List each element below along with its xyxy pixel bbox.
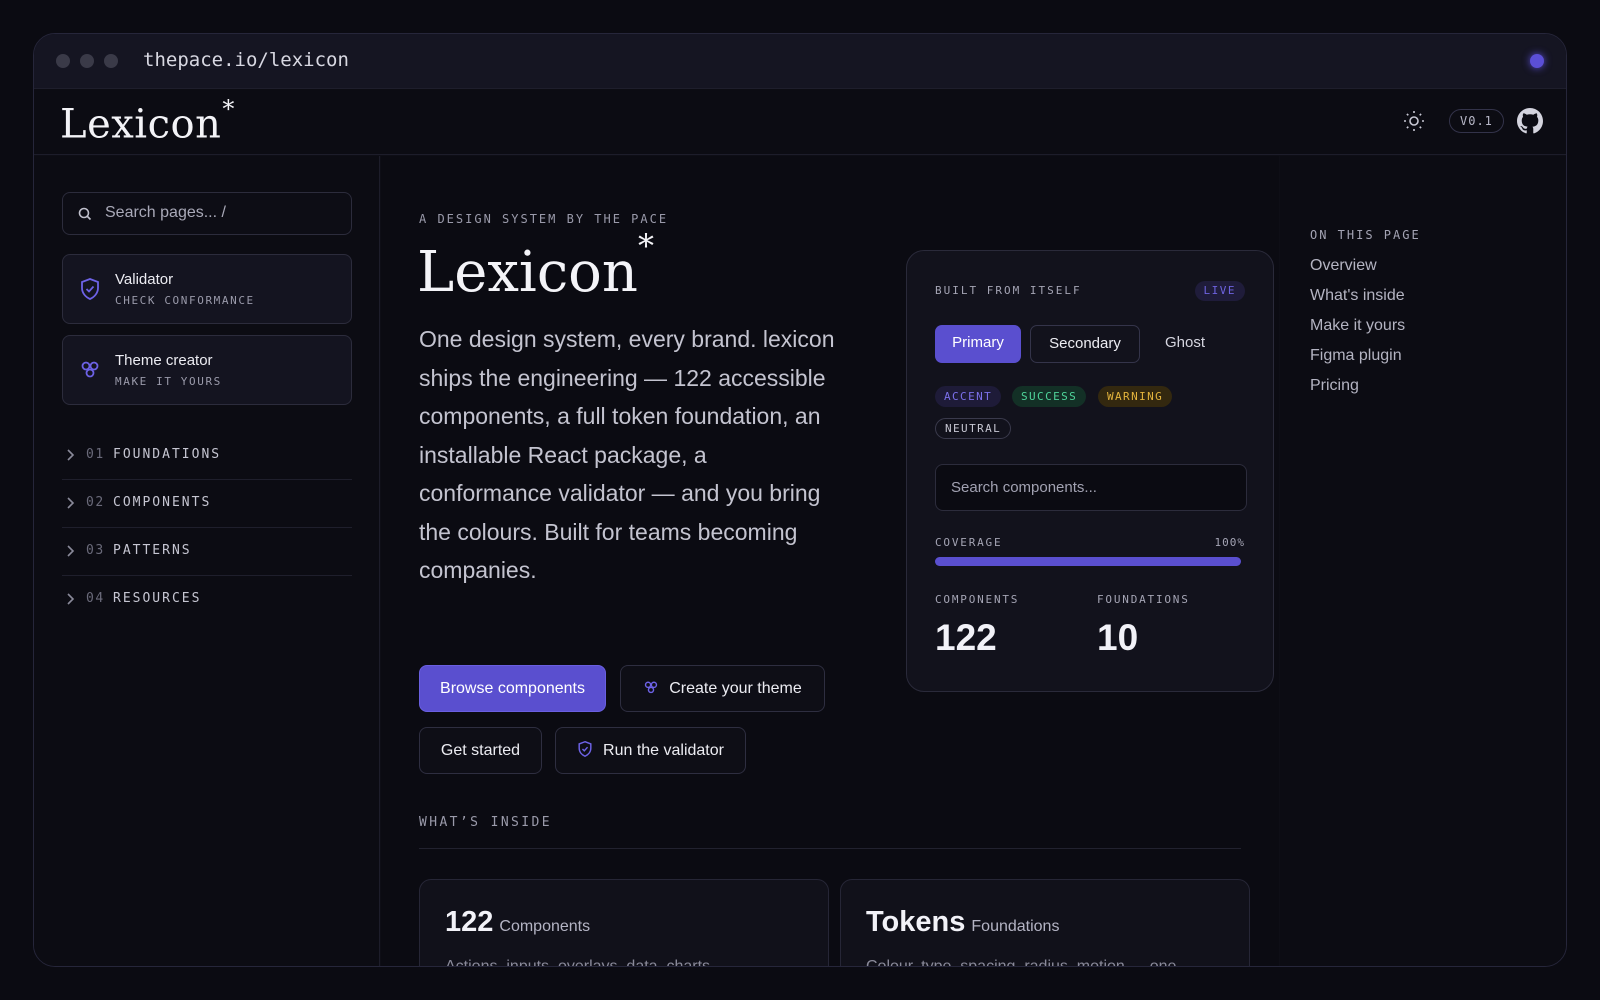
validator-subtitle: CHECK CONFORMANCE bbox=[115, 294, 255, 307]
window-minimize-dot[interactable] bbox=[80, 54, 94, 68]
nav-section-number: 02 bbox=[86, 495, 105, 510]
toc-item-pricing[interactable]: Pricing bbox=[1310, 377, 1359, 395]
sidebar: Search pages... / Validator CHECK CONFOR… bbox=[34, 156, 380, 966]
palette-icon bbox=[645, 681, 658, 694]
site-logo[interactable]: Lexicon* bbox=[60, 95, 235, 148]
nav-section-number: 03 bbox=[86, 543, 105, 558]
live-preview-card: BUILT FROM ITSELF LIVE Primary Secondary… bbox=[906, 250, 1274, 692]
browse-components-button[interactable]: Browse components bbox=[419, 665, 606, 712]
neutral-chip: NEUTRAL bbox=[935, 418, 1012, 439]
main-content: A DESIGN SYSTEM BY THE PACE Lexicon* One… bbox=[381, 156, 1279, 967]
foundations-stat-value: 10 bbox=[1097, 617, 1139, 658]
chevron-right-icon bbox=[67, 497, 75, 509]
section-divider bbox=[419, 848, 1241, 849]
nav-section-foundations[interactable]: 01 FOUNDATIONS bbox=[62, 432, 352, 480]
whats-inside-heading: WHAT’S INSIDE bbox=[419, 815, 552, 830]
nav-section-number: 01 bbox=[86, 447, 105, 462]
theme-creator-subtitle: MAKE IT YOURS bbox=[115, 375, 222, 388]
window-maximize-dot[interactable] bbox=[104, 54, 118, 68]
toc-item-whats-inside[interactable]: What's inside bbox=[1310, 287, 1405, 305]
component-search-placeholder: Search components... bbox=[951, 479, 1097, 496]
shield-check-icon bbox=[81, 278, 99, 300]
component-search-input[interactable]: Search components... bbox=[935, 464, 1247, 511]
hero-title: Lexicon* bbox=[417, 227, 654, 305]
nav-section-label: COMPONENTS bbox=[113, 495, 212, 510]
create-theme-button[interactable]: Create your theme bbox=[620, 665, 825, 712]
preview-label: BUILT FROM ITSELF bbox=[935, 284, 1082, 297]
hero-eyebrow: A DESIGN SYSTEM BY THE PACE bbox=[419, 212, 669, 226]
toc-item-overview[interactable]: Overview bbox=[1310, 257, 1377, 275]
components-stat-value: 122 bbox=[935, 617, 997, 658]
sun-icon[interactable] bbox=[1402, 109, 1426, 133]
address-bar[interactable]: thepace.io/lexicon bbox=[143, 49, 349, 71]
toc-heading: ON THIS PAGE bbox=[1310, 228, 1421, 242]
run-validator-button[interactable]: Run the validator bbox=[555, 727, 746, 774]
success-chip: SUCCESS bbox=[1012, 386, 1087, 407]
table-of-contents: ON THIS PAGE Overview What's inside Make… bbox=[1280, 156, 1566, 966]
feature-card-description: Actions, inputs, overlays, data, charts … bbox=[445, 958, 731, 967]
foundations-stat-label: FOUNDATIONS bbox=[1097, 593, 1190, 606]
search-icon bbox=[78, 207, 92, 221]
live-badge: LIVE bbox=[1194, 281, 1245, 301]
github-icon[interactable] bbox=[1517, 108, 1543, 134]
validator-link[interactable]: Validator CHECK CONFORMANCE bbox=[62, 254, 352, 324]
feature-card-subtitle: Components bbox=[499, 918, 591, 935]
coverage-progress-bar bbox=[935, 557, 1241, 566]
window-close-dot[interactable] bbox=[56, 54, 70, 68]
coverage-label: COVERAGE bbox=[935, 536, 1003, 549]
theme-creator-title: Theme creator bbox=[115, 352, 213, 369]
sidebar-search-placeholder: Search pages... / bbox=[105, 204, 226, 221]
nav-section-components[interactable]: 02 COMPONENTS bbox=[62, 480, 352, 528]
feature-card-subtitle: Foundations bbox=[971, 918, 1060, 935]
logo-text: Lexicon bbox=[60, 101, 222, 148]
feature-card-description: Colour, type, spacing, radius, motion — … bbox=[866, 958, 1177, 967]
shield-check-icon bbox=[578, 741, 592, 758]
get-started-button[interactable]: Get started bbox=[419, 727, 542, 774]
coverage-value: 100% bbox=[1214, 536, 1245, 549]
theme-creator-link[interactable]: Theme creator MAKE IT YOURS bbox=[62, 335, 352, 405]
logo-asterisk: * bbox=[222, 95, 235, 123]
feature-card-title: 122 Components bbox=[445, 906, 590, 939]
secondary-button[interactable]: Secondary bbox=[1030, 325, 1140, 363]
sidebar-search-input[interactable]: Search pages... / bbox=[62, 192, 352, 235]
palette-icon bbox=[81, 361, 99, 378]
app-header: Lexicon* V0.1 bbox=[34, 89, 1566, 155]
nav-section-number: 04 bbox=[86, 591, 105, 606]
feature-card-components[interactable]: 122 Components Actions, inputs, overlays,… bbox=[419, 879, 829, 967]
chevron-right-icon bbox=[67, 545, 75, 557]
browser-window: thepace.io/lexicon Lexicon* V0.1 Search … bbox=[33, 33, 1567, 967]
feature-card-tokens[interactable]: Tokens Foundations Colour, type, spacing,… bbox=[840, 879, 1250, 967]
hero-title-asterisk: * bbox=[637, 227, 654, 266]
components-stat-label: COMPONENTS bbox=[935, 593, 1020, 606]
ghost-button[interactable]: Ghost bbox=[1150, 325, 1220, 363]
nav-section-label: PATTERNS bbox=[113, 543, 192, 558]
warning-chip: WARNING bbox=[1098, 386, 1173, 407]
feature-card-number: 122 bbox=[445, 906, 494, 938]
accent-chip: ACCENT bbox=[935, 386, 1002, 407]
toc-item-make-it-yours[interactable]: Make it yours bbox=[1310, 317, 1405, 335]
toc-item-figma-plugin[interactable]: Figma plugin bbox=[1310, 347, 1402, 365]
nav-section-resources[interactable]: 04 RESOURCES bbox=[62, 576, 352, 624]
browser-titlebar: thepace.io/lexicon bbox=[34, 34, 1566, 89]
nav-section-label: FOUNDATIONS bbox=[113, 447, 222, 462]
nav-section-label: RESOURCES bbox=[113, 591, 202, 606]
hero-title-text: Lexicon bbox=[417, 240, 638, 305]
chevron-right-icon bbox=[67, 593, 75, 605]
nav-section-patterns[interactable]: 03 PATTERNS bbox=[62, 528, 352, 576]
hero-description: One design system, every brand. lexicon … bbox=[419, 326, 835, 583]
primary-button[interactable]: Primary bbox=[935, 325, 1021, 363]
version-badge[interactable]: V0.1 bbox=[1449, 109, 1504, 133]
status-indicator bbox=[1530, 54, 1544, 68]
run-validator-label: Run the validator bbox=[603, 742, 724, 759]
validator-title: Validator bbox=[115, 271, 174, 288]
feature-card-title: Tokens Foundations bbox=[866, 906, 1059, 939]
create-theme-label: Create your theme bbox=[669, 680, 802, 697]
chevron-right-icon bbox=[67, 449, 75, 461]
feature-card-heading: Tokens bbox=[866, 906, 966, 938]
